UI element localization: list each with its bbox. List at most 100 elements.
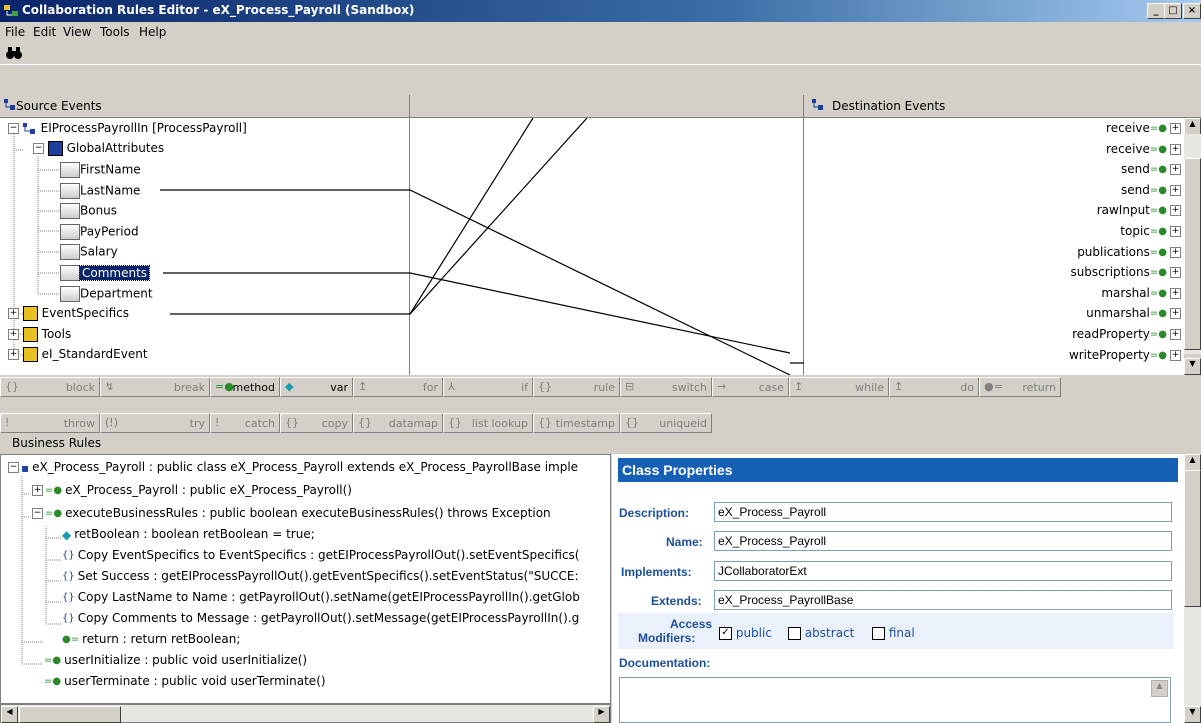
expand-icon[interactable]: + [1170,308,1181,320]
rule-item[interactable]: =● userTerminate : public void userTermin… [44,674,326,688]
palette-timestamp-button[interactable]: {} timestamp [533,413,620,433]
destination-item-label: publications [1077,244,1150,259]
scroll-right-icon[interactable]: ▶ [593,706,610,723]
scroll-down-icon[interactable]: ▼ [1184,358,1201,375]
palette-while-icon: ↥ [794,380,804,393]
palette-switch-button[interactable]: ⊟ switch [620,377,712,397]
menu-view[interactable]: View [63,25,91,39]
destination-item[interactable]: topic =● + [1120,224,1181,238]
palette-switch-label: switch [671,381,707,394]
destination-item[interactable]: receive =● + [1106,142,1181,156]
palette-case-button[interactable]: → case [712,377,789,397]
palette-break-button[interactable]: ↯ break [100,377,210,397]
palette-rule-button[interactable]: {} rule [533,377,620,397]
expand-icon[interactable]: + [1170,349,1181,361]
find-icon[interactable] [5,45,23,61]
expand-icon[interactable]: + [1170,184,1181,196]
properties-scrollbar[interactable]: ▲ ▼ [1184,454,1201,723]
close-button[interactable]: × [1183,3,1201,19]
scroll-left-icon[interactable]: ◀ [1,706,18,723]
palette-do-button[interactable]: ↥ do [889,377,979,397]
description-input[interactable] [714,502,1172,522]
palette-uniqueid-button[interactable]: {} uniqueid [620,413,712,433]
rules-hscrollbar[interactable]: ◀ ▶ [0,704,611,723]
rule-item[interactable]: − ▪ eX_Process_Payroll : public class eX_P… [8,460,578,475]
scroll-thumb[interactable] [19,706,121,723]
expand-icon[interactable]: + [1170,164,1181,176]
expand-icon[interactable]: + [1170,143,1181,155]
rule-item[interactable]: {} Copy Comments to Message : getPayrollO… [62,611,579,625]
palette-return-button[interactable]: ●= return [979,377,1061,397]
scroll-down-icon[interactable]: ▼ [1184,706,1201,723]
rule-item[interactable]: {} Set Success : getEIProcessPayrollOut()… [62,569,579,583]
expand-icon[interactable]: + [1170,205,1181,217]
checkbox-icon[interactable] [872,627,885,640]
rule-item[interactable]: {} Copy EventSpecifics to EventSpecifics … [62,548,579,562]
rule-item[interactable]: ●= return : return retBoolean; [62,632,240,646]
collapse-icon[interactable]: − [32,508,43,519]
name-input[interactable] [714,531,1172,551]
maximize-button[interactable]: □ [1164,3,1182,19]
palette-try-button[interactable]: (!) try [100,413,210,433]
rule-item-label: userInitialize : public void userInitial… [64,653,308,667]
scroll-up-icon[interactable]: ▲ [1184,454,1201,471]
scroll-thumb[interactable] [1184,470,1201,607]
expand-icon[interactable]: + [1170,123,1181,134]
palette-datamap-button[interactable]: {} datamap [353,413,443,433]
method-icon: =● [1149,123,1167,134]
extends-input[interactable] [714,590,1172,610]
palette-method-button[interactable]: =● method [210,377,280,397]
destination-item[interactable]: unmarshal =● + [1086,306,1181,320]
destination-item[interactable]: readProperty =● + [1072,327,1181,341]
destination-item[interactable]: publications =● + [1077,245,1181,259]
scroll-up-icon[interactable]: ▲ [1184,118,1201,135]
palette-block-button[interactable]: {} block [0,377,100,397]
extends-label: Extends: [651,594,702,608]
expand-icon[interactable]: + [1170,246,1181,258]
destination-item[interactable]: rawInput =● + [1097,203,1181,217]
rule-item[interactable]: + =● eX_Process_Payroll : public eX_Proces… [32,483,352,497]
destination-item[interactable]: send =● + [1121,183,1181,197]
documentation-textarea[interactable]: ▲ [619,677,1171,723]
destination-item[interactable]: subscriptions =● + [1070,265,1181,279]
palette-catch-button[interactable]: ! catch [210,413,280,433]
menu-tools[interactable]: Tools [100,25,130,39]
modifier-abstract[interactable]: abstract [788,626,854,640]
destination-item[interactable]: receive =● + [1106,121,1181,135]
implements-input[interactable] [714,561,1172,581]
palette-throw-button[interactable]: ! throw [0,413,100,433]
collapse-icon[interactable]: − [8,462,19,473]
palette-if-button[interactable]: ⅄ if [443,377,533,397]
expand-icon[interactable]: + [1170,287,1181,299]
checkbox-checked-icon[interactable]: ✓ [719,627,732,640]
palette-while-button[interactable]: ↥ while [789,377,889,397]
palette-copy-button[interactable]: {} copy [280,413,353,433]
palette-method-icon: =● [215,380,234,393]
rule-item[interactable]: =● userInitialize : public void userIniti… [44,653,307,667]
expand-icon[interactable]: + [32,485,43,496]
menu-help[interactable]: Help [139,25,166,39]
app-icon [4,5,18,16]
destination-scrollbar[interactable]: ▲ ▼ [1184,118,1201,375]
expand-icon[interactable]: + [1170,226,1181,237]
rule-item[interactable]: ◆ retBoolean : boolean retBoolean = true; [62,527,315,542]
destination-item[interactable]: writeProperty =● + [1069,348,1181,362]
destination-item[interactable]: marshal =● + [1101,286,1181,300]
minimize-button[interactable]: _ [1147,3,1165,19]
checkbox-icon[interactable] [788,627,801,640]
palette-list-lookup-button[interactable]: {} list lookup [443,413,533,433]
expand-icon[interactable]: + [1170,329,1181,340]
rule-item[interactable]: − =● executeBusinessRules : public boolean… [32,506,551,520]
menu-edit[interactable]: Edit [33,25,56,39]
modifier-public[interactable]: ✓ public [719,626,772,640]
menu-file[interactable]: File [5,25,25,39]
return-icon: ●= [62,634,80,645]
scroll-up-icon[interactable]: ▲ [1151,680,1168,697]
modifier-final[interactable]: final [872,626,915,640]
palette-var-button[interactable]: ◆ var [280,377,353,397]
palette-for-button[interactable]: ↥ for [353,377,443,397]
expand-icon[interactable]: + [1170,267,1181,279]
rule-item[interactable]: {} Copy LastName to Name : getPayrollOut(… [62,590,580,604]
destination-item[interactable]: send =● + [1121,162,1181,176]
scroll-thumb[interactable] [1184,158,1201,350]
